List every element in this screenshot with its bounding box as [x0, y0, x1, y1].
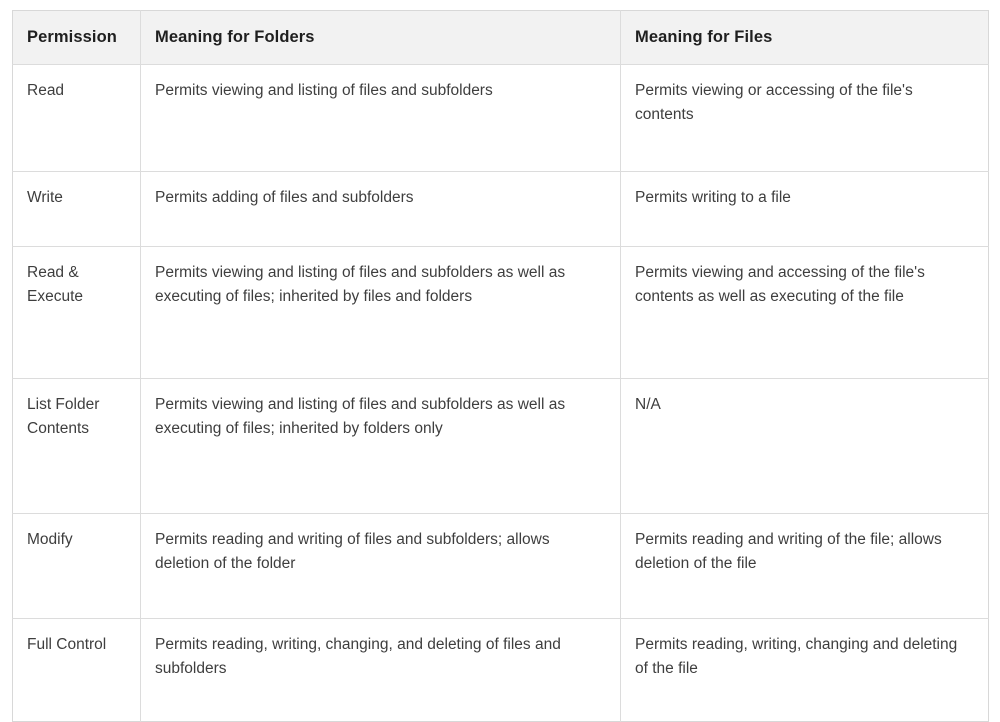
table-row: Read & Execute Permits viewing and listi… — [12, 246, 989, 379]
cell-permission-name: Read & Execute — [12, 246, 141, 379]
cell-meaning-for-folders: Permits reading and writing of files and… — [140, 513, 621, 619]
cell-meaning-for-folders: Permits adding of files and subfolders — [140, 171, 621, 247]
cell-meaning-for-files: Permits writing to a file — [620, 171, 989, 247]
table-header: Permission Meaning for Folders Meaning f… — [12, 10, 989, 65]
cell-meaning-for-folders: Permits viewing and listing of files and… — [140, 64, 621, 172]
cell-meaning-for-files: Permits viewing or accessing of the file… — [620, 64, 989, 172]
cell-permission-name: Write — [12, 171, 141, 247]
cell-meaning-for-folders: Permits viewing and listing of files and… — [140, 378, 621, 514]
cell-meaning-for-folders: Permits viewing and listing of files and… — [140, 246, 621, 379]
cell-meaning-for-files: N/A — [620, 378, 989, 514]
table-row: Read Permits viewing and listing of file… — [12, 64, 989, 172]
cell-meaning-for-files: Permits viewing and accessing of the fil… — [620, 246, 989, 379]
column-header-permission: Permission — [12, 10, 141, 65]
cell-permission-name: List Folder Contents — [12, 378, 141, 514]
table-row: Write Permits adding of files and subfol… — [12, 171, 989, 247]
permissions-table: Permission Meaning for Folders Meaning f… — [12, 10, 989, 722]
cell-permission-name: Read — [12, 64, 141, 172]
cell-meaning-for-files: Permits reading and writing of the file;… — [620, 513, 989, 619]
cell-permission-name: Modify — [12, 513, 141, 619]
column-header-meaning-for-folders: Meaning for Folders — [140, 10, 621, 65]
table-row: Modify Permits reading and writing of fi… — [12, 513, 989, 619]
document-page: Permission Meaning for Folders Meaning f… — [0, 0, 1000, 722]
table-body: Read Permits viewing and listing of file… — [12, 64, 989, 722]
column-header-meaning-for-files: Meaning for Files — [620, 10, 989, 65]
table-header-row: Permission Meaning for Folders Meaning f… — [12, 10, 989, 65]
table-row: List Folder Contents Permits viewing and… — [12, 378, 989, 514]
